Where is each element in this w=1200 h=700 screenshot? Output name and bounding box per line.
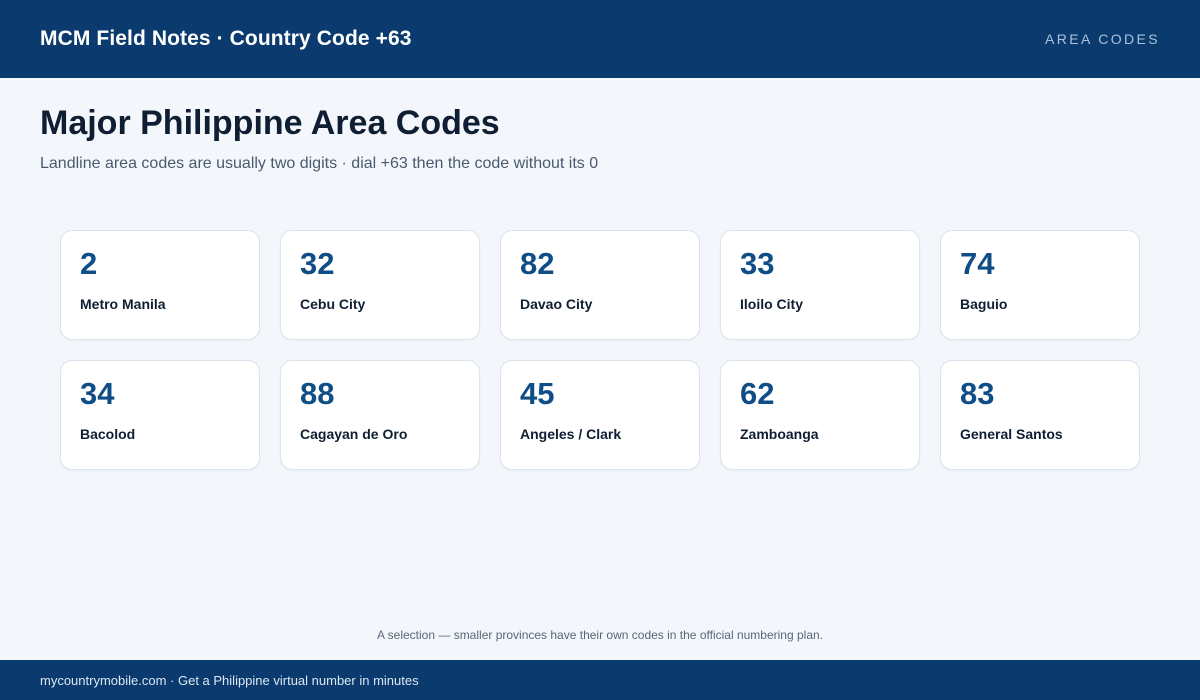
area-code-number: 32 (300, 246, 335, 281)
area-code-card: 82 Davao City (500, 230, 700, 340)
area-code-number: 74 (960, 246, 995, 281)
area-code-city: Davao City (520, 296, 593, 312)
area-code-number: 62 (740, 376, 775, 411)
area-code-card: 74 Baguio (940, 230, 1140, 340)
area-code-card: 2 Metro Manila (60, 230, 260, 340)
area-code-number: 45 (520, 376, 555, 411)
area-code-city: Angeles / Clark (520, 426, 622, 442)
area-code-city: Metro Manila (80, 296, 166, 312)
footer-text: mycountrymobile.com · Get a Philippine v… (40, 672, 419, 688)
area-code-city: Cebu City (300, 296, 366, 312)
area-code-city: Iloilo City (740, 296, 803, 312)
area-code-card: 33 Iloilo City (720, 230, 920, 340)
section-label: AREA CODES (1044, 31, 1160, 47)
area-code-number: 2 (80, 246, 98, 281)
top-bar: MCM Field Notes · Country Code +63 AREA … (0, 0, 1200, 78)
area-code-city: Cagayan de Oro (300, 426, 408, 442)
area-code-grid: 2 Metro Manila 32 Cebu City 82 Davao Cit… (60, 230, 1140, 470)
area-code-number: 82 (520, 246, 555, 281)
area-code-card: 32 Cebu City (280, 230, 480, 340)
footer-bar: mycountrymobile.com · Get a Philippine v… (0, 660, 1200, 700)
area-code-number: 33 (740, 246, 775, 281)
area-code-number: 83 (960, 376, 995, 411)
page-subtitle: Landline area codes are usually two digi… (40, 155, 599, 172)
area-code-card: 88 Cagayan de Oro (280, 360, 480, 470)
area-code-city: Baguio (960, 296, 1008, 312)
area-code-city: General Santos (960, 426, 1063, 442)
area-code-card: 45 Angeles / Clark (500, 360, 700, 470)
area-code-number: 88 (300, 376, 335, 411)
area-code-card: 83 General Santos (940, 360, 1140, 470)
area-code-card: 62 Zamboanga (720, 360, 920, 470)
area-code-number: 34 (80, 376, 115, 411)
page-title: Major Philippine Area Codes (40, 104, 500, 142)
brand-title: MCM Field Notes · Country Code +63 (40, 27, 412, 50)
area-code-city: Zamboanga (740, 426, 819, 442)
area-code-card: 34 Bacolod (60, 360, 260, 470)
area-code-city: Bacolod (80, 426, 136, 442)
footnote: A selection — smaller provinces have the… (376, 628, 823, 642)
